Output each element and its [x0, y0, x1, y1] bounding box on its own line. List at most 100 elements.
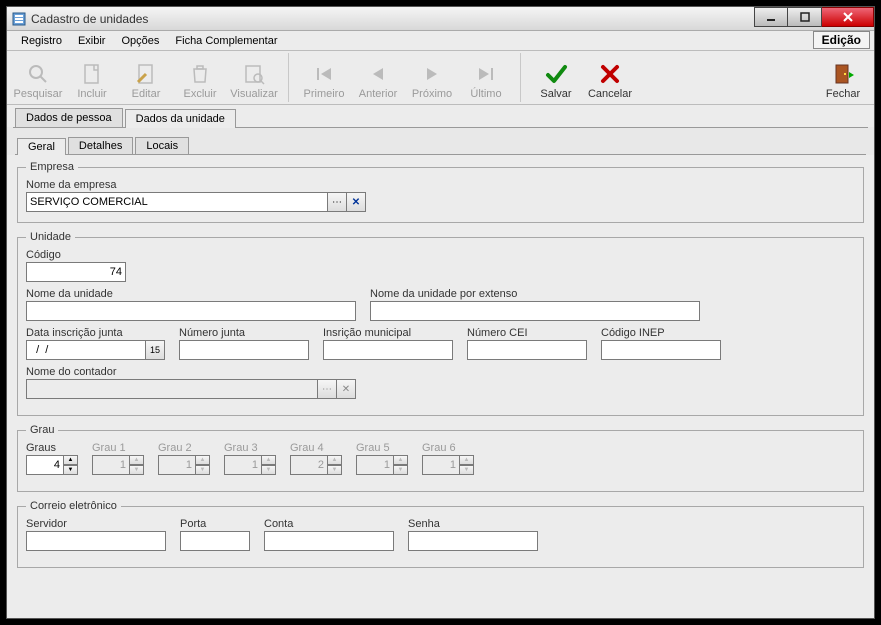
view-button[interactable]: Visualizar — [227, 53, 281, 102]
clear-contador-button[interactable]: ✕ — [336, 379, 356, 399]
g5-down: ▼ — [393, 465, 408, 475]
input-nome-empresa[interactable] — [26, 192, 328, 212]
new-button[interactable]: Incluir — [65, 53, 119, 102]
menu-registro[interactable]: Registro — [13, 33, 70, 49]
input-senha[interactable] — [408, 531, 538, 551]
label-grau5: Grau 5 — [356, 442, 408, 454]
clear-empresa-button[interactable]: ✕ — [346, 192, 366, 212]
window-controls — [754, 8, 874, 30]
spin-grau5: ▲▼ — [356, 455, 408, 475]
view-label: Visualizar — [230, 88, 278, 100]
cancel-button[interactable]: Cancelar — [583, 53, 637, 102]
menubar: Registro Exibir Opções Ficha Complementa… — [7, 31, 874, 51]
minimize-button[interactable] — [754, 7, 788, 27]
last-label: Último — [470, 88, 501, 100]
label-senha: Senha — [408, 518, 538, 530]
spin-grau4: ▲▼ — [290, 455, 342, 475]
g3-down: ▼ — [261, 465, 276, 475]
legend-email: Correio eletrônico — [26, 500, 121, 512]
delete-label: Excluir — [183, 88, 216, 100]
menu-exibir[interactable]: Exibir — [70, 33, 114, 49]
label-codigo-inep: Código INEP — [601, 327, 721, 339]
input-nome-unidade[interactable] — [26, 301, 356, 321]
graus-down[interactable]: ▼ — [63, 465, 78, 475]
label-nome-empresa: Nome da empresa — [26, 179, 855, 191]
form-content: Empresa Nome da empresa ⋯ ✕ Unidade Códi… — [7, 155, 874, 618]
input-contador — [26, 379, 318, 399]
document-icon — [78, 60, 106, 88]
input-grau2 — [158, 455, 196, 475]
label-nome-unidade-ext: Nome da unidade por extenso — [370, 288, 700, 300]
input-numero-cei[interactable] — [467, 340, 587, 360]
input-grau6 — [422, 455, 460, 475]
prev-icon — [364, 60, 392, 88]
first-button[interactable]: Primeiro — [297, 53, 351, 102]
menu-opcoes[interactable]: Opções — [113, 33, 167, 49]
input-porta[interactable] — [180, 531, 250, 551]
input-servidor[interactable] — [26, 531, 166, 551]
trash-icon — [186, 60, 214, 88]
label-data-inscricao: Data inscrição junta — [26, 327, 165, 339]
last-icon — [472, 60, 500, 88]
close-button[interactable]: Fechar — [816, 53, 870, 102]
graus-up[interactable]: ▲ — [63, 455, 78, 465]
label-grau2: Grau 2 — [158, 442, 210, 454]
g1-down: ▼ — [129, 465, 144, 475]
delete-button[interactable]: Excluir — [173, 53, 227, 102]
spin-grau6: ▲▼ — [422, 455, 474, 475]
subtab-locais[interactable]: Locais — [135, 137, 189, 154]
save-label: Salvar — [540, 88, 571, 100]
prev-button[interactable]: Anterior — [351, 53, 405, 102]
label-nome-unidade: Nome da unidade — [26, 288, 356, 300]
label-grau6: Grau 6 — [422, 442, 474, 454]
close-label: Fechar — [826, 88, 860, 100]
mode-indicator: Edição — [813, 31, 870, 49]
input-grau4 — [290, 455, 328, 475]
label-grau1: Grau 1 — [92, 442, 144, 454]
close-window-button[interactable] — [822, 7, 874, 27]
next-label: Próximo — [412, 88, 452, 100]
spin-grau2: ▲▼ — [158, 455, 210, 475]
input-nome-unidade-ext[interactable] — [370, 301, 700, 321]
last-button[interactable]: Último — [459, 53, 513, 102]
g6-up: ▲ — [459, 455, 474, 465]
tab-dados-pessoa[interactable]: Dados de pessoa — [15, 108, 123, 127]
input-graus[interactable] — [26, 455, 64, 475]
input-conta[interactable] — [264, 531, 394, 551]
next-button[interactable]: Próximo — [405, 53, 459, 102]
label-servidor: Servidor — [26, 518, 166, 530]
input-codigo[interactable] — [26, 262, 126, 282]
group-email: Correio eletrônico Servidor Porta Conta — [17, 500, 864, 568]
g2-down: ▼ — [195, 465, 210, 475]
search-button[interactable]: Pesquisar — [11, 53, 65, 102]
input-codigo-inep[interactable] — [601, 340, 721, 360]
edit-icon — [132, 60, 160, 88]
label-numero-junta: Número junta — [179, 327, 309, 339]
app-window: Cadastro de unidades Registro Exibir Opç… — [0, 0, 881, 625]
subtab-detalhes[interactable]: Detalhes — [68, 137, 133, 154]
subtab-geral[interactable]: Geral — [17, 138, 66, 155]
lookup-empresa-button[interactable]: ⋯ — [327, 192, 347, 212]
label-graus: Graus — [26, 442, 78, 454]
lookup-contador-button[interactable]: ⋯ — [317, 379, 337, 399]
main-tabstrip: Dados de pessoa Dados da unidade — [7, 105, 874, 127]
maximize-button[interactable] — [788, 7, 822, 27]
toolbar-separator-2 — [513, 53, 521, 102]
g4-down: ▼ — [327, 465, 342, 475]
input-inscricao-municipal[interactable] — [323, 340, 453, 360]
menu-ficha-complementar[interactable]: Ficha Complementar — [167, 33, 285, 49]
edit-button[interactable]: Editar — [119, 53, 173, 102]
input-data-inscricao[interactable] — [26, 340, 146, 360]
window-title: Cadastro de unidades — [31, 12, 754, 26]
label-grau4: Grau 4 — [290, 442, 342, 454]
g4-up: ▲ — [327, 455, 342, 465]
input-grau3 — [224, 455, 262, 475]
tab-dados-unidade[interactable]: Dados da unidade — [125, 109, 236, 128]
toolbar: Pesquisar Incluir Editar Excluir Visuali… — [7, 51, 874, 105]
save-button[interactable]: Salvar — [529, 53, 583, 102]
calendar-button[interactable]: 15 — [145, 340, 165, 360]
input-numero-junta[interactable] — [179, 340, 309, 360]
edit-label: Editar — [132, 88, 161, 100]
picker-nome-empresa: ⋯ ✕ — [26, 192, 366, 212]
prev-label: Anterior — [359, 88, 398, 100]
